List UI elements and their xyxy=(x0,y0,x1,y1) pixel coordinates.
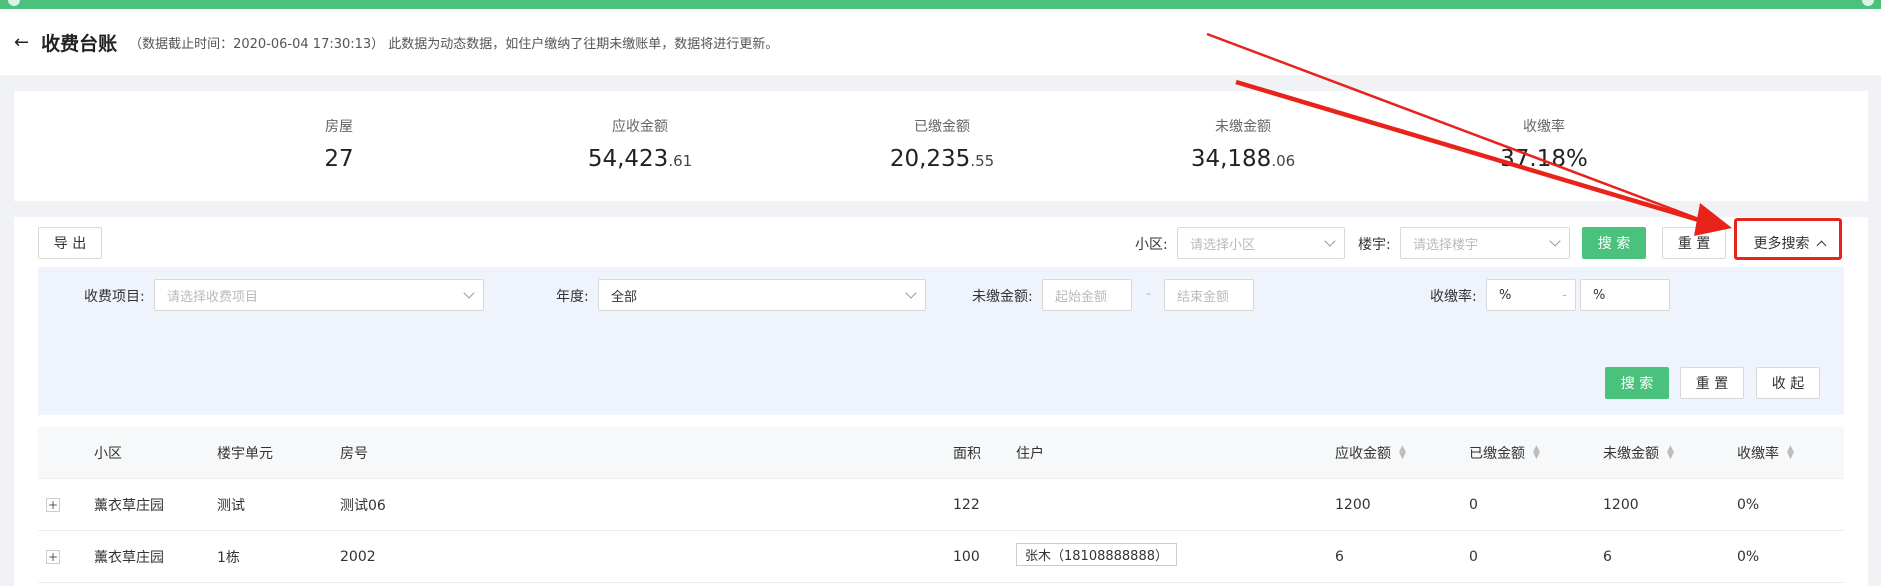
window-dot-icon xyxy=(8,0,20,6)
range-separator: - xyxy=(1146,286,1152,302)
arrow-left-icon[interactable]: ← xyxy=(14,32,29,53)
sort-icon[interactable]: ▲ ▼ xyxy=(1533,445,1540,461)
building-select[interactable]: 请选择楼宇 xyxy=(1400,227,1570,259)
stat-label: 未缴金额 xyxy=(1215,119,1271,135)
cell-rate: 0% xyxy=(1737,549,1760,565)
cell-receivable: 1200 xyxy=(1335,497,1371,513)
col-receivable[interactable]: 应收金额 ▲ ▼ xyxy=(1335,427,1406,479)
stat-value: 54,423.61 xyxy=(587,146,693,172)
advanced-search-button[interactable]: 搜 索 xyxy=(1605,367,1669,399)
chevron-down-icon xyxy=(1549,235,1561,247)
ledger-table: 小区 楼宇单元 房号 面积 住户 应收金额 ▲ ▼ 已缴金额 ▲ ▼ 未缴金额 ▲ ▼ 收缴… xyxy=(38,427,1844,583)
unpaid-start-input[interactable]: 起始金额 xyxy=(1042,279,1132,311)
chevron-up-icon xyxy=(1816,240,1826,251)
cell-area: 100 xyxy=(953,549,980,565)
stat-value: 37.18% xyxy=(1500,146,1588,172)
stat-receivable: 应收金额 54,423.61 xyxy=(540,116,740,172)
cell-paid: 0 xyxy=(1469,549,1478,565)
summary-stats: 房屋 27 应收金额 54,423.61 已缴金额 20,235.55 未缴金额… xyxy=(14,91,1868,201)
cell-rate: 0% xyxy=(1737,497,1760,513)
cell-unpaid: 6 xyxy=(1603,549,1612,565)
table-row: + 薰衣草庄园 测试 测试06 122 1200 0 1200 0% xyxy=(38,479,1844,531)
stat-unpaid: 未缴金额 34,188.06 xyxy=(1143,116,1343,172)
sort-icon[interactable]: ▲ ▼ xyxy=(1787,445,1794,461)
year-label: 年度: xyxy=(556,289,589,305)
cell-room: 测试06 xyxy=(340,498,386,514)
table-row: + 薰衣草庄园 1栋 2002 100 张木（18108888888） 6 0 … xyxy=(38,531,1844,583)
reset-button[interactable]: 重 置 xyxy=(1662,227,1726,259)
building-filter-label: 楼宇: xyxy=(1358,237,1391,253)
table-header: 小区 楼宇单元 房号 面积 住户 应收金额 ▲ ▼ 已缴金额 ▲ ▼ 未缴金额 ▲ ▼ 收缴… xyxy=(38,427,1844,479)
collapse-button[interactable]: 收 起 xyxy=(1756,367,1820,399)
advanced-reset-button[interactable]: 重 置 xyxy=(1680,367,1744,399)
sort-icon[interactable]: ▲ ▼ xyxy=(1399,445,1406,461)
col-community[interactable]: 小区 xyxy=(94,427,122,479)
rate-min-input[interactable]: % - xyxy=(1486,279,1576,311)
cell-paid: 0 xyxy=(1469,497,1478,513)
collection-rate-label: 收缴率: xyxy=(1430,289,1477,305)
stat-value: 27 xyxy=(324,146,354,172)
stat-value: 20,235.55 xyxy=(889,146,995,172)
advanced-search-area: 收费项目: 请选择收费项目 年度: 全部 未缴金额: 起始金额 - 结束金额 收… xyxy=(38,267,1844,415)
community-select[interactable]: 请选择小区 xyxy=(1177,227,1345,259)
stat-collection-rate: 收缴率 37.18% xyxy=(1444,116,1644,172)
col-building[interactable]: 楼宇单元 xyxy=(217,427,273,479)
top-accent-bar xyxy=(0,0,1881,9)
stat-houses: 房屋 27 xyxy=(239,116,439,172)
range-separator: - xyxy=(1562,287,1567,303)
sort-icon[interactable]: ▲ ▼ xyxy=(1667,445,1674,461)
fee-item-select[interactable]: 请选择收费项目 xyxy=(154,279,484,311)
cell-building: 测试 xyxy=(217,498,245,514)
fee-item-label: 收费项目: xyxy=(84,289,145,305)
cell-unpaid: 1200 xyxy=(1603,497,1639,513)
col-room[interactable]: 房号 xyxy=(340,427,368,479)
stat-label: 房屋 xyxy=(325,119,353,135)
expand-row-icon[interactable]: + xyxy=(46,498,60,512)
year-select[interactable]: 全部 xyxy=(598,279,926,311)
chevron-down-icon xyxy=(463,287,475,299)
export-button[interactable]: 导 出 xyxy=(38,227,102,259)
resident-tag[interactable]: 张木（18108888888） xyxy=(1016,542,1177,566)
col-unpaid[interactable]: 未缴金额 ▲ ▼ xyxy=(1603,427,1674,479)
cell-community: 薰衣草庄园 xyxy=(94,550,164,566)
cell-community: 薰衣草庄园 xyxy=(94,498,164,514)
more-search-button[interactable]: 更多搜索 xyxy=(1740,227,1838,259)
stat-label: 已缴金额 xyxy=(914,119,970,135)
stat-value: 34,188.06 xyxy=(1190,146,1296,172)
community-filter-label: 小区: xyxy=(1135,237,1168,253)
col-area[interactable]: 面积 xyxy=(953,427,981,479)
rate-max-input[interactable]: % xyxy=(1580,279,1670,311)
col-paid[interactable]: 已缴金额 ▲ ▼ xyxy=(1469,427,1540,479)
col-rate[interactable]: 收缴率 ▲ ▼ xyxy=(1737,427,1794,479)
cell-receivable: 6 xyxy=(1335,549,1344,565)
chevron-down-icon xyxy=(905,287,917,299)
unpaid-end-input[interactable]: 结束金额 xyxy=(1164,279,1254,311)
stat-label: 收缴率 xyxy=(1523,119,1565,135)
col-resident[interactable]: 住户 xyxy=(1016,427,1044,479)
cell-building: 1栋 xyxy=(217,550,240,566)
cell-area: 122 xyxy=(953,497,980,513)
cell-room: 2002 xyxy=(340,549,376,565)
search-button[interactable]: 搜 索 xyxy=(1582,227,1646,259)
window-dot-icon xyxy=(1862,0,1874,6)
page-header: ← 收费台账 （数据截止时间：2020-06-04 17:30:13） 此数据为… xyxy=(0,9,1881,75)
page-title: 收费台账 xyxy=(41,32,118,55)
stat-paid: 已缴金额 20,235.55 xyxy=(842,116,1042,172)
chevron-down-icon xyxy=(1324,235,1336,247)
expand-row-icon[interactable]: + xyxy=(46,550,60,564)
stat-label: 应收金额 xyxy=(612,119,668,135)
data-cutoff-note: （数据截止时间：2020-06-04 17:30:13） 此数据为动态数据，如住… xyxy=(129,36,779,52)
ledger-panel: 导 出 小区: 请选择小区 楼宇: 请选择楼宇 搜 索 重 置 更多搜索 收费项… xyxy=(14,217,1868,586)
unpaid-amount-label: 未缴金额: xyxy=(972,289,1033,305)
